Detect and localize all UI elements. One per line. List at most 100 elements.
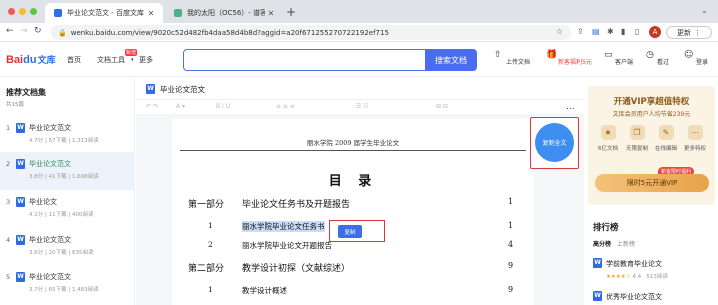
undo-icon[interactable]: ↶ ↷ (146, 103, 158, 110)
copy-fulltext-highlight: 复制全文 (530, 117, 579, 169)
extension-doc-icon[interactable]: ▤ (592, 27, 600, 36)
close-window-icon[interactable] (8, 8, 15, 15)
tab-list-chevron-icon[interactable]: ⌄ (701, 6, 708, 15)
align-icon[interactable]: ≡ ≡ ≡ (276, 103, 295, 110)
word-doc-icon: W (146, 84, 155, 94)
history-icon[interactable]: ◷ (646, 50, 654, 60)
forward-arrow-icon[interactable]: → (20, 26, 28, 36)
list-item[interactable]: 5 W 毕业论文范文 3.7分 | 65下载 | 1,483阅读 (0, 265, 135, 303)
word-doc-icon: W (16, 123, 25, 133)
gift-icon[interactable]: 🎁 (546, 50, 557, 60)
word-doc-icon: W (16, 235, 25, 245)
history-label[interactable]: 看过 (657, 57, 669, 66)
menu-dots-icon: ⋮ (694, 28, 701, 37)
document-toolbar: ↶ ↷ A ▾ B I U ≡ ≡ ≡ ☰ ☷ ⊞ ⊟ ... (136, 100, 584, 114)
item-number: 1 (6, 124, 11, 132)
ranking-item-reads: 513阅读 (646, 274, 668, 280)
toc-page-number: 4 (508, 240, 514, 249)
insert-icon[interactable]: ⊞ ⊟ (436, 103, 448, 110)
user-icon[interactable]: ☺ (684, 50, 693, 60)
update-button[interactable]: 更新 ⋮ (666, 26, 712, 39)
vip-feature[interactable]: ✎ 在线编辑 (652, 125, 680, 152)
copy-icon: ❐ (629, 125, 645, 140)
toc-sub-title-selected[interactable]: 丽水学院毕业论文任务书 (242, 221, 325, 232)
toc-part-title: 教学设计初探（文献综述） (242, 264, 351, 274)
ranking-title: 排行榜 (593, 223, 619, 233)
search-button[interactable]: 搜索文档 (425, 49, 477, 71)
maximize-window-icon[interactable] (30, 8, 37, 15)
back-arrow-icon[interactable]: ← (6, 26, 14, 36)
upload-label[interactable]: 上传文档 (506, 57, 530, 66)
client-label[interactable]: 客户端 (615, 57, 633, 66)
new-badge: 新增 (125, 49, 138, 56)
upload-icon[interactable]: ⇧ (494, 50, 502, 60)
item-name: 毕业论文 (29, 198, 57, 206)
item-number: 5 (6, 273, 11, 281)
list-item[interactable]: 1 W 毕业论文范文 4.7分 | 57下载 | 1,313阅读 (0, 116, 135, 154)
bookmark-star-icon[interactable]: ☆ (556, 27, 563, 36)
copy-popup-highlight: 复制 (329, 220, 385, 242)
format-icon[interactable]: B I U (216, 103, 230, 110)
list-item[interactable]: 2 W 毕业论文范文 3.8分 | 41下载 | 1,698阅读 (0, 152, 135, 190)
vip-subtitle-amount: 239元 (672, 111, 691, 118)
document-area: W 毕业论文范文 ↶ ↷ A ▾ B I U ≡ ≡ ≡ ☰ ☷ ⊞ ⊟ ...… (136, 78, 584, 305)
new-user-gift-label[interactable]: 新客福利5元 (558, 57, 592, 66)
vip-open-button[interactable]: 限时5元开通VIP (595, 174, 709, 192)
vip-feature-label: 更多特权 (683, 146, 706, 152)
ranking-item-name: 学前教育毕业论文 (606, 260, 662, 268)
search-input[interactable] (183, 49, 425, 71)
list-item[interactable]: 4 W 毕业论文范文 3.6分 | 20下载 | 635阅读 (0, 228, 135, 266)
close-tab-icon[interactable]: ✕ (265, 9, 277, 18)
document-title-bar: W 毕业论文范文 (136, 78, 584, 100)
browser-tab-wenku[interactable]: 毕业论文范文 - 百度文库 ✕ (45, 3, 163, 23)
toc-title: 目 录 (328, 174, 378, 189)
more-options-icon[interactable]: ... (566, 102, 575, 112)
vip-feature[interactable]: ★ 6亿文档 (594, 125, 622, 152)
list-icon[interactable]: ☰ ☷ (356, 103, 369, 110)
sidebar-count: 共15篇 (6, 102, 24, 108)
ranking-item-name: 优秀毕业论文范文 (606, 293, 662, 301)
nav-dropdown-icon[interactable]: ▾ (131, 57, 134, 63)
ranking-item-rating: 4.4 (632, 274, 642, 280)
tab-new[interactable]: 上新榜 (617, 239, 635, 248)
more-icon: ⋯ (687, 125, 703, 140)
new-tab-button[interactable]: + (286, 5, 296, 19)
rating-stars-icon: ★★★★☆ (606, 274, 631, 280)
update-label: 更新 (677, 28, 691, 37)
profile-avatar[interactable]: A (649, 26, 661, 38)
word-doc-icon: W (593, 258, 602, 268)
url-field[interactable]: 🔒 wenku.baidu.com/view/9020c52d482fb4daa… (51, 25, 571, 40)
address-bar-row: ← → ↻ 🔒 wenku.baidu.com/view/9020c52d482… (0, 23, 718, 42)
vip-feature[interactable]: ⋯ 更多特权 (681, 125, 709, 152)
reload-icon[interactable]: ↻ (34, 26, 42, 36)
close-tab-icon[interactable]: ✕ (145, 9, 157, 18)
font-icon[interactable]: A ▾ (176, 103, 185, 110)
pukebaba-favicon-icon (174, 9, 182, 17)
list-item[interactable]: 3 W 毕业论文 4.1分 | 11下载 | 400阅读 (0, 190, 135, 228)
item-meta: 4.7分 | 57下载 | 1,313阅读 (29, 138, 99, 144)
share-icon[interactable]: ⇪ (577, 27, 584, 36)
minimize-window-icon[interactable] (19, 8, 26, 15)
nav-doc-tools[interactable]: 文档工具 (97, 55, 125, 65)
client-icon[interactable]: ▭ (604, 50, 613, 60)
extensions-puzzle-icon[interactable]: ✱ (607, 27, 614, 36)
nav-more[interactable]: 更多 (139, 55, 153, 65)
baidu-wenku-logo[interactable]: Baidu文库 (6, 53, 56, 66)
edit-icon: ✎ (658, 125, 674, 140)
copy-button[interactable]: 复制 (338, 225, 362, 238)
word-doc-icon: W (16, 197, 25, 207)
vip-feature[interactable]: ❐ 无限复制 (623, 125, 651, 152)
tab-high-score[interactable]: 高分榜 (593, 239, 611, 248)
sidebar-toggle-icon[interactable]: ▯ (635, 27, 639, 36)
browser-tab-pukebaba[interactable]: 我的太阳（OC56）- 谱客巴巴 ✕ (165, 3, 283, 23)
vip-card: 开通VIP享超值特权 文库会员用户人均节省239元 ★ 6亿文档 ❐ 无限复制 … (588, 86, 715, 205)
star-icon: ★ (600, 125, 616, 140)
reading-list-icon[interactable]: ▮ (621, 27, 625, 36)
toc-sub-title: 丽水学院毕业论文开题报告 (242, 241, 332, 250)
copy-fulltext-button[interactable]: 复制全文 (535, 123, 574, 162)
login-label[interactable]: 登录 (696, 57, 708, 66)
lock-icon[interactable]: 🔒 (58, 29, 67, 37)
toc-index: 1 (208, 221, 213, 230)
item-number: 2 (6, 160, 11, 168)
nav-home[interactable]: 首页 (67, 55, 81, 65)
